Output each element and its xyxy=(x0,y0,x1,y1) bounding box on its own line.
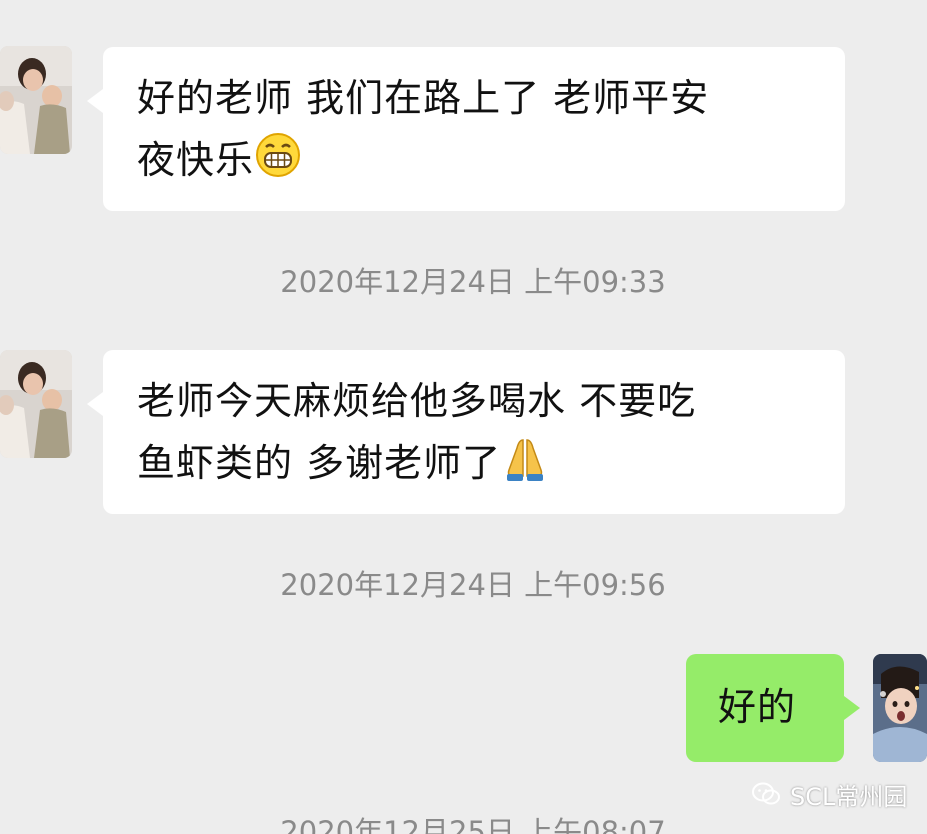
folded-hands-emoji xyxy=(507,439,544,481)
message-bubble-outgoing[interactable]: 好的 xyxy=(686,654,860,762)
parent-avatar-image xyxy=(0,46,72,154)
message-text: 鱼虾类的 多谢老师了 xyxy=(137,441,502,485)
watermark-text: SCL常州园 xyxy=(790,782,908,811)
teacher-avatar-image xyxy=(873,654,927,762)
teacher-avatar[interactable] xyxy=(873,654,927,762)
message-bubble-incoming[interactable]: 老师今天麻烦给他多喝水 不要吃 鱼虾类的 多谢老师了 xyxy=(87,350,845,514)
parent-avatar[interactable] xyxy=(0,350,72,458)
message-text-line: 夜快乐 xyxy=(137,129,811,191)
chat-view: 好的老师 我们在路上了 老师平安 夜快乐 2020年12月24日 上午09:33 xyxy=(0,0,927,834)
grinning-face-emoji xyxy=(256,133,301,177)
parent-avatar[interactable] xyxy=(0,46,72,154)
wechat-icon xyxy=(752,782,780,805)
message-text-line: 鱼虾类的 多谢老师了 xyxy=(137,432,811,494)
message-text-line: 好的 xyxy=(718,685,797,729)
timestamp: 2020年12月24日 上午09:33 xyxy=(280,265,666,299)
watermark: SCL常州园 xyxy=(752,776,907,812)
timestamp: 2020年12月24日 上午09:56 xyxy=(280,568,666,602)
message-bubble-incoming[interactable]: 好的老师 我们在路上了 老师平安 夜快乐 xyxy=(87,47,845,211)
message-text-line: 老师今天麻烦给他多喝水 不要吃 xyxy=(137,379,697,423)
message-text: 夜快乐 xyxy=(137,138,255,182)
parent-avatar-image xyxy=(0,350,72,458)
timestamp: 2020年12月25日 上午08:07 xyxy=(280,815,666,834)
message-text-line: 好的老师 我们在路上了 老师平安 xyxy=(137,76,710,120)
